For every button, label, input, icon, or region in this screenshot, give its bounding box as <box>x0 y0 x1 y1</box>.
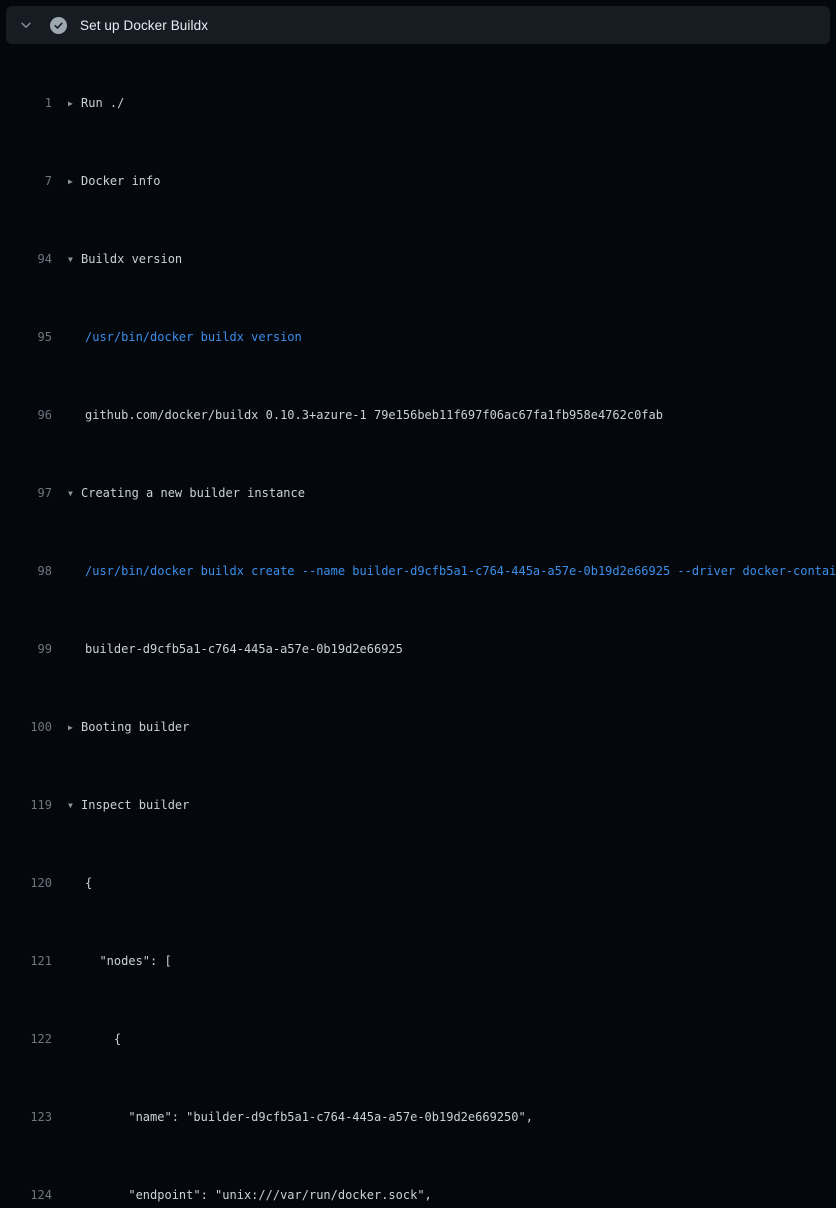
log-line: 97 ▼Creating a new builder instance <box>0 483 836 504</box>
check-circle-icon <box>50 17 67 34</box>
line-number[interactable]: 122 <box>0 1029 52 1050</box>
log-group-collapsed[interactable]: ▶Booting builder <box>52 717 836 738</box>
log-line: 96 github.com/docker/buildx 0.10.3+azure… <box>0 405 836 426</box>
log-group-title: Run ./ <box>81 96 124 110</box>
log-group-expanded[interactable]: ▼Inspect builder <box>52 795 836 816</box>
log-output-text: { <box>85 1032 121 1046</box>
log-group-collapsed[interactable]: ▶Docker info <box>52 171 836 192</box>
line-number[interactable]: 120 <box>0 873 52 894</box>
log-line: 95 /usr/bin/docker buildx version <box>0 327 836 348</box>
chevron-down-icon: ▼ <box>68 795 81 816</box>
line-number[interactable]: 96 <box>0 405 52 426</box>
step-title: Set up Docker Buildx <box>80 18 208 33</box>
log-output-text: "nodes": [ <box>85 954 172 968</box>
line-number[interactable]: 94 <box>0 249 52 270</box>
log-command-text: /usr/bin/docker buildx create --name bui… <box>85 564 836 578</box>
log-group-collapsed[interactable]: ▶Run ./ <box>52 93 836 114</box>
log-group-title: Docker info <box>81 174 160 188</box>
line-number[interactable]: 97 <box>0 483 52 504</box>
log-line: 119 ▼Inspect builder <box>0 795 836 816</box>
log-output-text: github.com/docker/buildx 0.10.3+azure-1 … <box>85 408 663 422</box>
log-line: 7 ▶Docker info <box>0 171 836 192</box>
line-number[interactable]: 123 <box>0 1107 52 1128</box>
line-content: builder-d9cfb5a1-c764-445a-a57e-0b19d2e6… <box>52 639 836 660</box>
step-header[interactable]: Set up Docker Buildx <box>6 6 830 44</box>
line-number[interactable]: 1 <box>0 93 52 114</box>
line-number[interactable]: 7 <box>0 171 52 192</box>
line-content: { <box>52 873 836 894</box>
log-line: 121 "nodes": [ <box>0 951 836 972</box>
line-content: "nodes": [ <box>52 951 836 972</box>
line-content: "name": "builder-d9cfb5a1-c764-445a-a57e… <box>52 1107 836 1128</box>
line-number[interactable]: 121 <box>0 951 52 972</box>
log-line: 100 ▶Booting builder <box>0 717 836 738</box>
log-line: 99 builder-d9cfb5a1-c764-445a-a57e-0b19d… <box>0 639 836 660</box>
log-line: 122 { <box>0 1029 836 1050</box>
log-output: 1 ▶Run ./ 7 ▶Docker info 94 ▼Buildx vers… <box>0 55 836 1208</box>
line-content: "endpoint": "unix:///var/run/docker.sock… <box>52 1185 836 1206</box>
chevron-down-icon: ▼ <box>68 249 81 270</box>
log-output-text: builder-d9cfb5a1-c764-445a-a57e-0b19d2e6… <box>85 642 403 656</box>
log-line: 94 ▼Buildx version <box>0 249 836 270</box>
line-number[interactable]: 124 <box>0 1185 52 1206</box>
line-content: github.com/docker/buildx 0.10.3+azure-1 … <box>52 405 836 426</box>
log-output-text: "name": "builder-d9cfb5a1-c764-445a-a57e… <box>85 1110 533 1124</box>
log-output-text: { <box>85 876 92 890</box>
chevron-down-icon: ▼ <box>68 483 81 504</box>
line-content: { <box>52 1029 836 1050</box>
line-number[interactable]: 98 <box>0 561 52 582</box>
log-line: 98 /usr/bin/docker buildx create --name … <box>0 561 836 582</box>
log-group-title: Creating a new builder instance <box>81 486 305 500</box>
line-content: /usr/bin/docker buildx create --name bui… <box>52 561 836 582</box>
line-number[interactable]: 100 <box>0 717 52 738</box>
log-group-title: Booting builder <box>81 720 189 734</box>
line-number[interactable]: 95 <box>0 327 52 348</box>
log-group-title: Inspect builder <box>81 798 189 812</box>
log-group-title: Buildx version <box>81 252 182 266</box>
chevron-down-icon[interactable] <box>12 11 40 39</box>
chevron-right-icon: ▶ <box>68 717 81 738</box>
log-line: 124 "endpoint": "unix:///var/run/docker.… <box>0 1185 836 1206</box>
line-content: /usr/bin/docker buildx version <box>52 327 836 348</box>
chevron-right-icon: ▶ <box>68 171 81 192</box>
log-line: 123 "name": "builder-d9cfb5a1-c764-445a-… <box>0 1107 836 1128</box>
log-output-text: "endpoint": "unix:///var/run/docker.sock… <box>85 1188 432 1202</box>
log-group-expanded[interactable]: ▼Buildx version <box>52 249 836 270</box>
log-command-text: /usr/bin/docker buildx version <box>85 330 302 344</box>
log-line: 120 { <box>0 873 836 894</box>
log-group-expanded[interactable]: ▼Creating a new builder instance <box>52 483 836 504</box>
line-number[interactable]: 119 <box>0 795 52 816</box>
chevron-right-icon: ▶ <box>68 93 81 114</box>
log-line: 1 ▶Run ./ <box>0 93 836 114</box>
line-number[interactable]: 99 <box>0 639 52 660</box>
